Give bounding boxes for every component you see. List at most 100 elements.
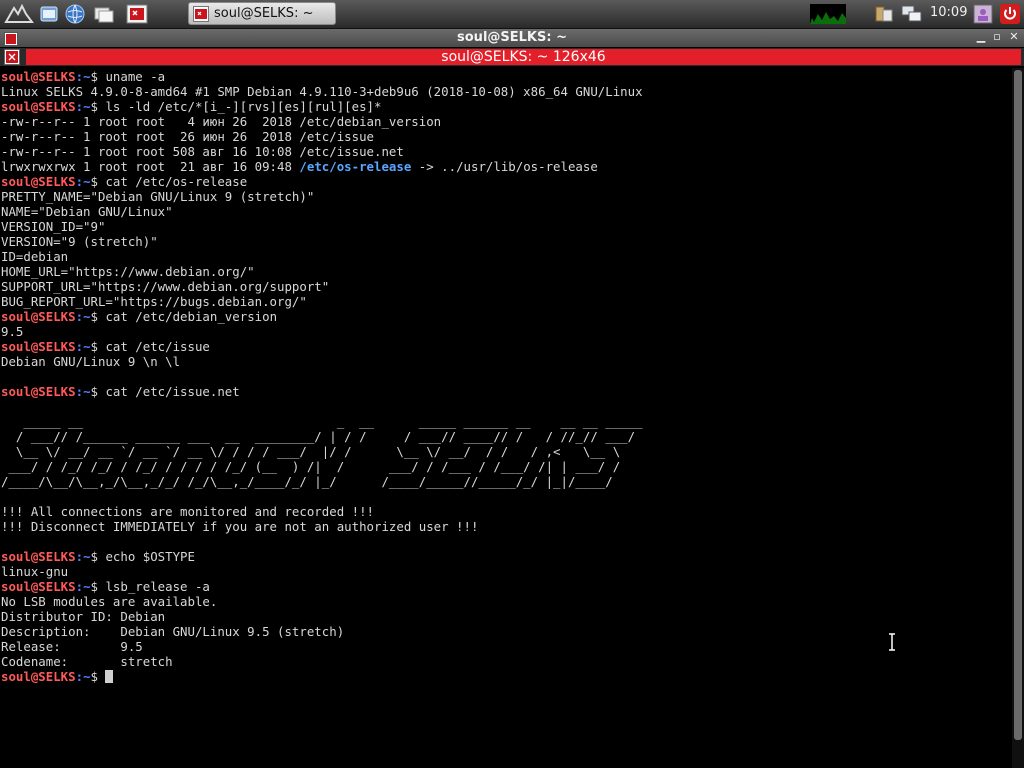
taskbar-window-title: soul@SELKS: ~ xyxy=(214,6,314,21)
window-title: soul@SELKS: ~ xyxy=(457,30,567,45)
clock[interactable]: 10:09 xyxy=(930,5,967,20)
output-line: /____/\__/\__,_/\__,_/_/ /_/\__,_/____/_… xyxy=(1,474,613,489)
launcher-3[interactable] xyxy=(92,3,116,25)
prompt-symbol: $ xyxy=(90,549,106,564)
prompt-path: :~ xyxy=(75,669,91,684)
terminal-icon xyxy=(4,49,20,69)
output-line: ___/ / /_/ /_/ / /_/ / / / / /_/ (__ ) /… xyxy=(1,459,621,474)
terminal-title: soul@SELKS: ~ 126x46 xyxy=(441,49,606,65)
file-manager-icon xyxy=(94,7,114,23)
output-line: HOME_URL="https://www.debian.org/" xyxy=(1,264,255,279)
user-button[interactable] xyxy=(972,3,994,25)
launcher-2[interactable] xyxy=(63,3,87,25)
output-line: / ___// /______ ______ ___ __ ________/ … xyxy=(1,429,636,444)
output-line: Linux SELKS 4.9.0-8-amd64 #1 SMP Debian … xyxy=(1,84,643,99)
maximize-button[interactable]: ▫ xyxy=(990,30,1004,44)
terminal-line: soul@SELKS:~$ xyxy=(1,669,643,684)
power-button[interactable] xyxy=(998,3,1022,25)
launcher-1[interactable] xyxy=(38,3,60,25)
prompt-user: soul@SELKS xyxy=(1,579,76,594)
command-text: cat /etc/issue.net xyxy=(105,384,240,399)
prompt-symbol: $ xyxy=(90,99,106,114)
output-line: -rw-r--r-- 1 root root 508 авг 16 10:08 … xyxy=(1,144,404,159)
terminal-line: lrwxrwxrwx 1 root root 21 авг 16 09:48 /… xyxy=(1,159,643,174)
prompt-path: :~ xyxy=(75,309,91,324)
prompt-user: soul@SELKS xyxy=(1,99,76,114)
terminal-line: soul@SELKS:~$ cat /etc/debian_version xyxy=(1,309,643,324)
prompt-user: soul@SELKS xyxy=(1,339,76,354)
output-line: NAME="Debian GNU/Linux" xyxy=(1,204,173,219)
cpu-graph-widget[interactable] xyxy=(810,3,846,25)
close-icon: ✕ xyxy=(1009,30,1019,43)
network-icon xyxy=(901,5,922,22)
clipboard-button[interactable] xyxy=(872,3,896,25)
maximize-icon: ▫ xyxy=(993,30,1001,43)
terminal-line: soul@SELKS:~$ echo $OSTYPE xyxy=(1,549,643,564)
output-line: Distributor ID: Debian xyxy=(1,609,166,624)
prompt-symbol: $ xyxy=(90,669,106,684)
prompt-symbol: $ xyxy=(90,309,106,324)
output-line: ID=debian xyxy=(1,249,69,264)
terminal-cursor xyxy=(105,670,114,683)
prompt-user: soul@SELKS xyxy=(1,174,76,189)
minimize-icon: ▁ xyxy=(976,30,986,43)
scrollbar[interactable] xyxy=(1012,68,1024,768)
close-button[interactable]: ✕ xyxy=(1007,30,1021,44)
output-line: Codename: stretch xyxy=(1,654,173,669)
power-icon xyxy=(1000,4,1020,24)
terminal-line: soul@SELKS:~$ lsb_release -a xyxy=(1,579,643,594)
clipboard-icon xyxy=(875,6,893,22)
output-line: SUPPORT_URL="https://www.debian.org/supp… xyxy=(1,279,330,294)
minimize-button[interactable]: ▁ xyxy=(974,30,988,44)
prompt-path: :~ xyxy=(75,339,91,354)
command-text: cat /etc/debian_version xyxy=(105,309,278,324)
browser-icon xyxy=(40,6,58,22)
text-cursor-icon xyxy=(889,633,895,651)
terminal-line: soul@SELKS:~$ cat /etc/os-release xyxy=(1,174,643,189)
command-text: lsb_release -a xyxy=(105,579,210,594)
prompt-path: :~ xyxy=(75,549,91,564)
prompt-symbol: $ xyxy=(90,174,106,189)
prompt-user: soul@SELKS xyxy=(1,549,76,564)
cpu-graph-icon xyxy=(810,4,846,24)
output-line: \__ \/ __/ __ `/ __ `/ __ \/ / / / ___/ … xyxy=(1,444,621,459)
command-text: ls -ld /etc/*[i_-][rvs][es][rul][es]* xyxy=(105,99,382,114)
output-line: -rw-r--r-- 1 root root 4 июн 26 2018 /et… xyxy=(1,114,442,129)
prompt-symbol: $ xyxy=(90,579,106,594)
output-line: Release: 9.5 xyxy=(1,639,143,654)
window-titlebar[interactable]: soul@SELKS: ~ ▁ ▫ ✕ xyxy=(0,29,1024,47)
network-button[interactable] xyxy=(899,3,925,25)
output-line: VERSION_ID="9" xyxy=(1,219,106,234)
terminal-titlebar: soul@SELKS: ~ 126x46 xyxy=(0,48,1024,66)
launcher-terminal[interactable] xyxy=(124,3,150,25)
scrollbar-thumb[interactable] xyxy=(1014,70,1022,740)
output-line: Description: Debian GNU/Linux 9.5 (stret… xyxy=(1,624,345,639)
output-line: !!! Disconnect IMMEDIATELY if you are no… xyxy=(1,519,479,534)
prompt-user: soul@SELKS xyxy=(1,384,76,399)
prompt-path: :~ xyxy=(75,579,91,594)
taskbar-window-button[interactable]: soul@SELKS: ~ xyxy=(188,2,336,25)
prompt-symbol: $ xyxy=(90,339,106,354)
prompt-user: soul@SELKS xyxy=(1,309,76,324)
prompt-symbol: $ xyxy=(90,384,106,399)
output-line: VERSION="9 (stretch)" xyxy=(1,234,158,249)
terminal-icon xyxy=(126,4,148,24)
output-text: -> ../usr/lib/os-release xyxy=(411,159,598,174)
output-line: linux-gnu xyxy=(1,564,69,579)
output-line: 9.5 xyxy=(1,324,24,339)
app-menu-icon xyxy=(4,4,34,23)
command-text: uname -a xyxy=(105,69,166,84)
terminal-output[interactable]: soul@SELKS:~$ uname -a Linux SELKS 4.9.0-… xyxy=(0,68,1012,768)
prompt-path: :~ xyxy=(75,384,91,399)
top-panel: soul@SELKS: ~ 10:09 xyxy=(0,0,1024,29)
prompt-path: :~ xyxy=(75,174,91,189)
output-line: -rw-r--r-- 1 root root 26 июн 26 2018 /e… xyxy=(1,129,374,144)
terminal-line: soul@SELKS:~$ cat /etc/issue.net xyxy=(1,384,643,399)
app-menu-button[interactable] xyxy=(2,3,36,25)
terminal-icon xyxy=(193,5,209,22)
user-icon xyxy=(973,4,993,24)
